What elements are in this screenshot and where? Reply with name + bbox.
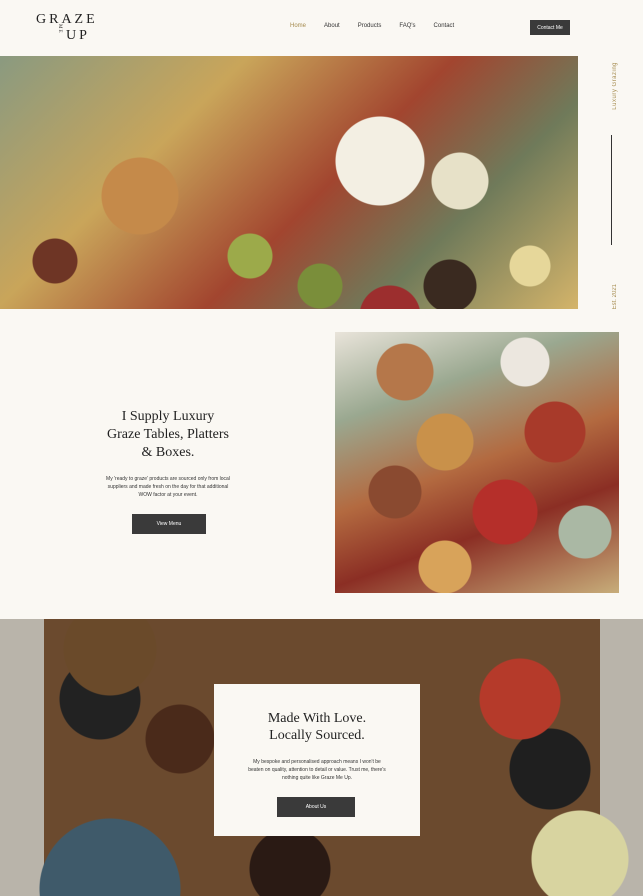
supply-heading-line3: & Boxes. <box>141 445 195 460</box>
about-us-button[interactable]: About Us <box>277 797 355 817</box>
side-tagline: Luxury Grazing <box>612 62 618 110</box>
site-header: GRAZE ME UP Home About Products FAQ's Co… <box>0 0 643 56</box>
logo-word-me: ME <box>57 24 62 34</box>
side-divider <box>611 135 612 245</box>
love-description: My bespoke and personalised approach mea… <box>248 759 386 781</box>
love-card: Made With Love. Locally Sourced. My besp… <box>214 684 420 836</box>
nav-products[interactable]: Products <box>358 23 382 29</box>
supply-description: My 'ready to graze' products are sourced… <box>106 476 230 498</box>
logo[interactable]: GRAZE ME UP <box>36 12 98 44</box>
hero-image <box>0 56 578 309</box>
supply-heading-line2: Graze Tables, Platters <box>107 427 229 442</box>
side-established: Est. 2021 <box>612 284 618 310</box>
main-nav: Home About Products FAQ's Contact <box>290 23 472 29</box>
supply-heading: I Supply Luxury Graze Tables, Platters &… <box>88 408 248 462</box>
nav-about[interactable]: About <box>324 23 340 29</box>
logo-word-up: UP <box>66 28 90 43</box>
logo-word-graze: GRAZE <box>36 12 98 27</box>
view-menu-button[interactable]: View Menu <box>132 514 206 534</box>
nav-home[interactable]: Home <box>290 23 306 29</box>
love-heading-line1: Made With Love. <box>267 711 367 726</box>
supply-heading-line1: I Supply Luxury <box>121 409 215 424</box>
nav-contact[interactable]: Contact <box>434 23 455 29</box>
love-heading-line2: Locally Sourced. <box>269 728 365 743</box>
graze-table-image <box>335 332 619 593</box>
love-heading: Made With Love. Locally Sourced. <box>214 710 420 744</box>
nav-faqs[interactable]: FAQ's <box>399 23 415 29</box>
contact-me-button[interactable]: Contact Me <box>530 20 570 35</box>
